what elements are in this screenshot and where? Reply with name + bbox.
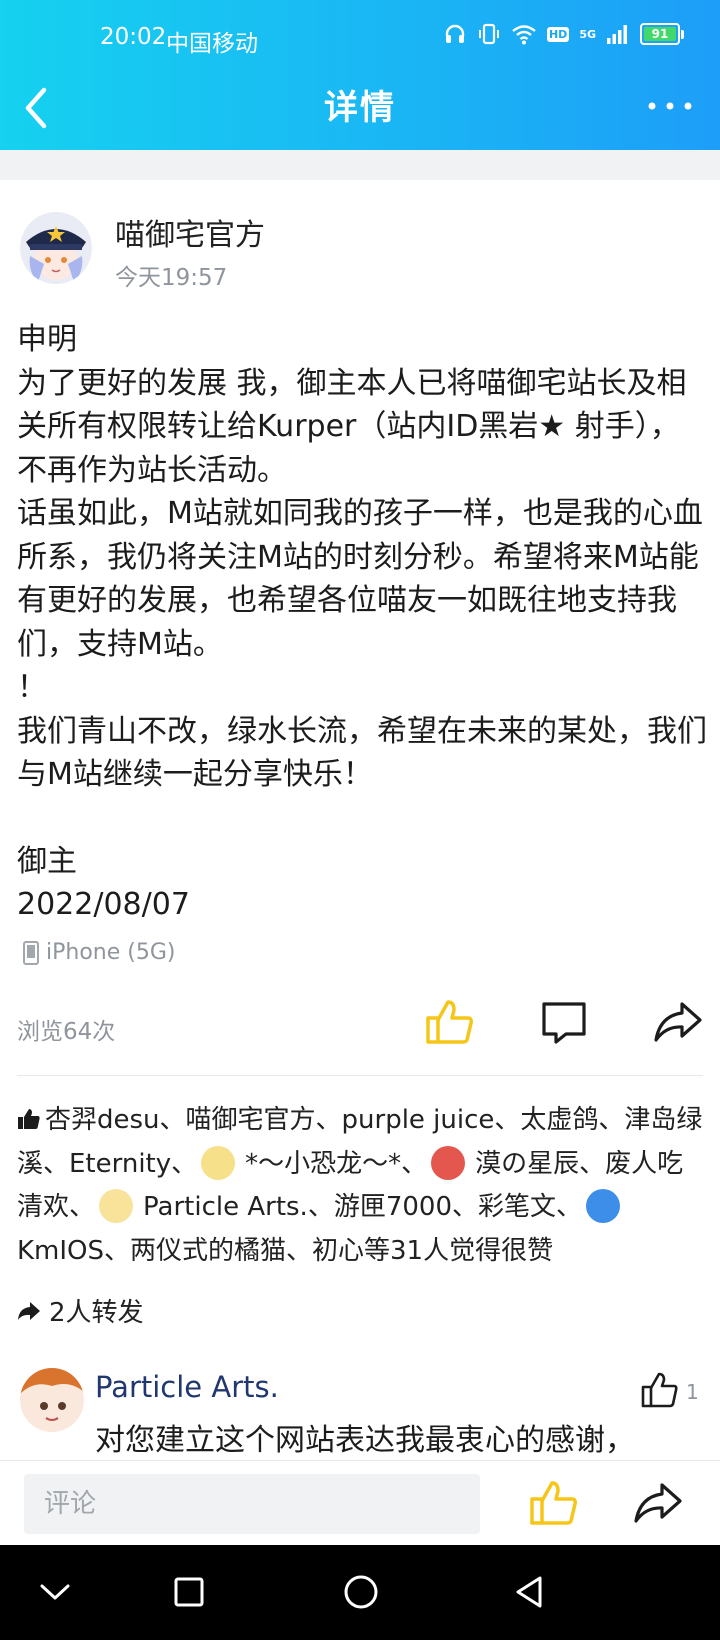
divider	[17, 1075, 703, 1076]
share-icon[interactable]	[652, 996, 704, 1048]
comment-input[interactable]	[24, 1474, 480, 1534]
liker-avatar[interactable]	[201, 1145, 236, 1180]
more-horizontal-icon[interactable]	[646, 96, 694, 116]
repost-arrow-icon	[18, 1301, 40, 1320]
post-paragraph: 我们青山不改，绿水长流，希望在未来的某处，我们与M站继续一起分享快乐！	[17, 713, 707, 793]
liker-avatar[interactable]	[431, 1145, 466, 1180]
view-count: 浏览64次	[17, 1019, 116, 1045]
device-label: iPhone (5G)	[46, 940, 176, 965]
status-bar: 20:02 中国移动 HD 5G 91	[0, 0, 720, 80]
status-icons: HD 5G 91	[443, 22, 684, 46]
repost-count[interactable]: 2人转发	[17, 1292, 144, 1329]
system-nav-bar	[0, 1545, 720, 1640]
wifi-icon	[512, 25, 536, 45]
share-icon[interactable]	[632, 1477, 684, 1529]
status-carrier: 中国移动	[166, 31, 258, 57]
likes-text: KmIOS、两仪式的橘猫、初心等31人觉得很赞	[17, 1235, 554, 1266]
post-content: 申明 为了更好的发展 我，御主本人已将喵御宅站长及相关所有权限转让给Kurper…	[17, 318, 707, 927]
comment-text: 对您建立这个网站表达我最衷心的感谢，	[95, 1423, 635, 1458]
top-bar: 20:02 中国移动 HD 5G 91 详情	[0, 0, 720, 150]
status-time: 20:02	[100, 24, 167, 50]
post-paragraph: 为了更好的发展 我，御主本人已将喵御宅站长及相关所有权限转让给Kurper（站内…	[17, 365, 687, 488]
chevron-down-icon[interactable]	[30, 1567, 80, 1617]
likes-text: Particle Arts.、游匣7000、彩笔文、	[143, 1192, 582, 1222]
thumbs-up-icon[interactable]	[528, 1477, 580, 1529]
commenter-avatar[interactable]	[20, 1368, 84, 1432]
post-date: 2022/08/07	[17, 887, 190, 922]
post-paragraph: 话虽如此，M站就如同我的孩子一样，也是我的心血所系，我仍将关注M站的时刻分秒。希…	[17, 496, 703, 662]
author-name[interactable]: 喵御宅官方	[115, 210, 265, 254]
headphones-icon	[445, 24, 465, 43]
back-triangle-icon[interactable]	[504, 1567, 554, 1617]
phone-icon	[23, 940, 39, 965]
liker-avatar[interactable]	[586, 1189, 620, 1223]
post-paragraph: ！	[17, 670, 47, 705]
recent-apps-icon[interactable]	[164, 1567, 214, 1617]
title-bar: 详情	[0, 70, 720, 150]
battery-level: 91	[644, 27, 676, 41]
vibrate-icon	[478, 23, 499, 45]
liker-avatar[interactable]	[99, 1189, 134, 1223]
home-icon[interactable]	[336, 1567, 386, 1617]
page-title: 详情	[324, 88, 396, 128]
signal-type: 5G	[579, 27, 596, 41]
section-gap	[0, 150, 720, 180]
commenter-name[interactable]: Particle Arts.	[95, 1370, 279, 1404]
comment-like-count: 1	[686, 1380, 699, 1404]
author-avatar[interactable]	[20, 212, 92, 284]
likes-text: *～小恐龙～*、	[245, 1148, 428, 1179]
comment-icon[interactable]	[538, 996, 590, 1048]
post-time: 今天19:57	[115, 265, 228, 291]
repost-label: 2人转发	[49, 1298, 144, 1328]
post-paragraph: 申明	[17, 322, 77, 357]
battery-icon: 91	[640, 23, 684, 45]
comment-bar	[0, 1460, 720, 1545]
signal-icon	[607, 25, 627, 44]
thumbs-up-icon[interactable]	[424, 996, 476, 1048]
post-signature: 御主	[17, 843, 77, 879]
hd-badge: HD	[546, 26, 570, 42]
thumbs-up-icon	[18, 1109, 40, 1129]
thumbs-up-icon[interactable]	[640, 1370, 680, 1410]
device-info: iPhone (5G)	[22, 940, 175, 965]
likes-list: 杏羿desu、喵御宅官方、purple juice、太虚鸽、津岛绿溪、Etern…	[17, 1099, 707, 1273]
